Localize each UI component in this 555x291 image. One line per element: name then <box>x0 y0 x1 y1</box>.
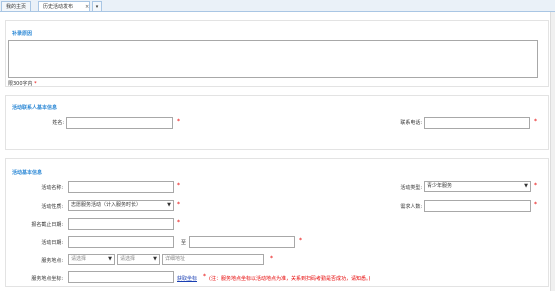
tab-history-label: 历史活动发布 <box>43 4 74 10</box>
coords-input[interactable] <box>68 271 174 283</box>
phone-input[interactable] <box>424 117 530 129</box>
required-star: * <box>177 219 180 226</box>
address-placeholder: 详细地址 <box>165 256 186 262</box>
contact-title: 活动联系人基本信息 <box>12 105 58 111</box>
deadline-input[interactable] <box>68 218 174 230</box>
required-star: * <box>177 182 180 189</box>
coords-note: (注：服务地点坐标以活动地点为准，关系到扫码考勤是否成功，请知悉。) <box>209 276 371 282</box>
supplement-section: 补录原因 限300字内 * <box>5 20 549 87</box>
tab-menu-button[interactable]: ▾ <box>92 1 102 11</box>
location-province-select[interactable]: 请选择 ▼ <box>68 254 115 265</box>
chevron-down-icon: ▼ <box>167 202 171 208</box>
chevron-down-icon: ▾ <box>95 4 99 10</box>
tab-home[interactable]: 我的主页 <box>1 1 32 11</box>
demand-count-input[interactable] <box>424 200 531 212</box>
limit-text: 限300字内 <box>8 81 33 87</box>
required-star: * <box>34 81 37 87</box>
date-to-label: 至 <box>181 240 187 246</box>
activity-type-select[interactable]: 青少年服务 ▼ <box>424 181 531 192</box>
page-scrollbar[interactable] <box>550 12 555 291</box>
supplement-reason-textarea[interactable] <box>8 40 538 78</box>
end-date-input[interactable] <box>189 236 295 248</box>
location-select-placeholder: 请选择 <box>71 256 87 262</box>
activity-name-input[interactable] <box>68 181 174 193</box>
activity-nature-label: 活动性质: <box>41 204 63 210</box>
activity-date-label: 活动日期: <box>41 240 63 246</box>
required-star: * <box>177 201 180 208</box>
required-star: * <box>534 201 537 208</box>
detailed-address-input[interactable]: 详细地址 <box>162 254 264 265</box>
name-label: 姓名: <box>52 120 64 126</box>
activity-section: 活动基本信息 活动名称: * 活动类型: 青少年服务 ▼ * 活动性质: 志愿服… <box>5 158 549 287</box>
contact-section: 活动联系人基本信息 姓名: * 联系电话: * <box>5 95 549 150</box>
activity-type-label: 活动类型: <box>400 185 422 191</box>
required-star: * <box>299 237 302 244</box>
chevron-down-icon: ▼ <box>524 183 528 189</box>
deadline-label: 报名截止日期: <box>31 222 63 228</box>
get-coords-link[interactable]: 获取坐标 <box>177 275 197 282</box>
chevron-down-icon: ▼ <box>108 256 112 262</box>
activity-name-label: 活动名称: <box>41 185 63 191</box>
required-star: * <box>534 182 537 189</box>
start-date-input[interactable] <box>68 236 174 248</box>
chevron-down-icon: ▼ <box>153 256 157 262</box>
required-star: * <box>534 118 537 125</box>
location-city-select[interactable]: 请选择 ▼ <box>117 254 160 265</box>
location-select-placeholder: 请选择 <box>120 256 136 262</box>
supplement-title: 补录原因 <box>12 31 33 37</box>
activity-nature-value: 志愿服务活动（计入服务时长） <box>71 202 142 208</box>
tab-history-activity[interactable]: 历史活动发布 × <box>38 1 90 11</box>
tab-bar: 我的主页 历史活动发布 × ▾ <box>0 0 555 12</box>
limit-hint: 限300字内 * <box>8 80 37 87</box>
activity-type-value: 青少年服务 <box>427 183 453 189</box>
name-input[interactable] <box>66 117 173 129</box>
tab-home-label: 我的主页 <box>6 4 27 10</box>
activity-nature-select[interactable]: 志愿服务活动（计入服务时长） ▼ <box>68 200 174 211</box>
required-star: * <box>177 118 180 125</box>
required-star: * <box>203 273 206 280</box>
coords-label: 服务地点坐标: <box>31 276 63 282</box>
required-star: * <box>270 255 273 262</box>
demand-count-label: 需求人数: <box>400 204 422 210</box>
activity-title: 活动基本信息 <box>12 170 43 176</box>
location-label: 服务地点: <box>41 258 63 264</box>
close-icon[interactable]: × <box>85 2 89 12</box>
phone-label: 联系电话: <box>400 120 422 126</box>
